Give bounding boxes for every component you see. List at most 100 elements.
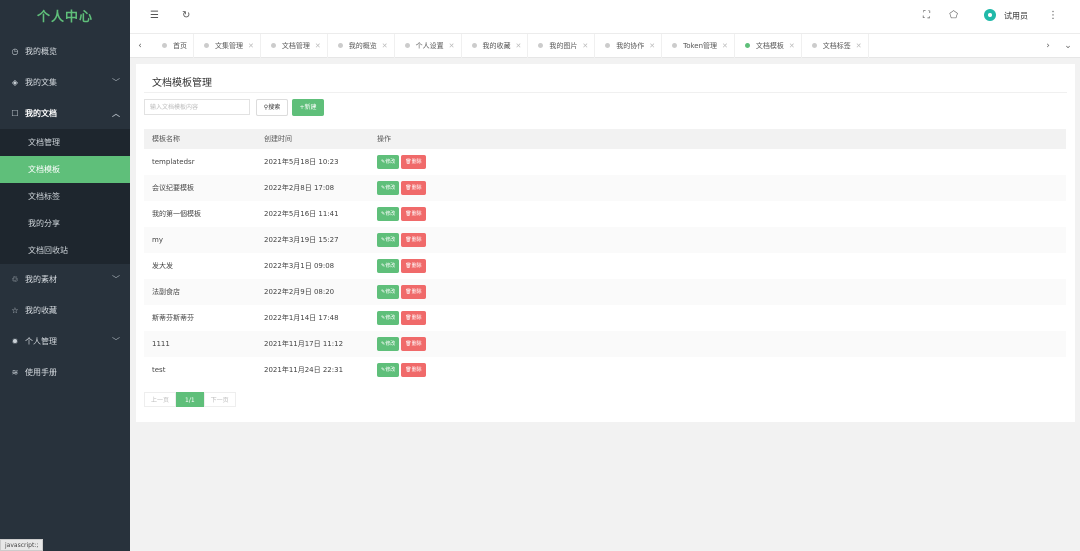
user-menu[interactable]: 试用员: [984, 9, 1028, 22]
sidebar-item-label: 我的概览: [25, 47, 57, 56]
edit-label: 修改: [385, 315, 396, 321]
submenu-item-my-shares[interactable]: 我的分享: [0, 210, 130, 237]
tabs-dropdown-icon[interactable]: ⌄: [1058, 34, 1078, 58]
created-time-cell: 2022年2月8日 17:08: [264, 184, 335, 192]
delete-label: 删除: [411, 237, 422, 243]
delete-button[interactable]: 🗑删除: [401, 285, 426, 299]
close-icon[interactable]: ✕: [449, 42, 455, 50]
close-icon[interactable]: ✕: [516, 42, 522, 50]
edit-button[interactable]: ✎修改: [377, 311, 400, 325]
search-button[interactable]: ⚲搜索: [256, 99, 288, 116]
edit-button[interactable]: ✎修改: [377, 233, 400, 247]
sidebar-item-favorites[interactable]: ☆ 我的收藏: [0, 295, 130, 326]
tab-item[interactable]: 文档管理 ✕: [261, 34, 328, 58]
chevron-down-icon: ﹀: [112, 78, 120, 87]
divider: [144, 92, 1067, 93]
tab-item[interactable]: 文档标签 ✕: [802, 34, 869, 58]
edit-button[interactable]: ✎修改: [377, 285, 400, 299]
tab-item[interactable]: 我的协作 ✕: [595, 34, 663, 58]
user-name: 试用员: [1004, 11, 1028, 21]
tab-dot-icon: [204, 42, 209, 48]
close-icon[interactable]: ✕: [789, 42, 795, 50]
theme-icon[interactable]: ⬠: [949, 10, 958, 21]
tab-item[interactable]: 首页: [152, 34, 194, 58]
actions-cell: ✎修改 🗑删除: [369, 201, 1066, 227]
delete-button[interactable]: 🗑删除: [401, 181, 426, 195]
tab-item[interactable]: 我的收藏 ✕: [462, 34, 529, 58]
column-header-name: 模板名称: [152, 135, 180, 143]
actions-cell: ✎修改 🗑删除: [369, 175, 1066, 201]
sidebar-item-materials[interactable]: ♲ 我的素材 ﹀: [0, 264, 130, 295]
refresh-icon[interactable]: ↻: [182, 10, 190, 21]
tab-item[interactable]: 我的图片 ✕: [528, 34, 596, 58]
template-name-cell: 法副食店: [152, 288, 180, 296]
more-icon[interactable]: ⋮: [1048, 10, 1058, 21]
template-name-cell: templatedsr: [152, 158, 195, 166]
tab-dot-icon: [538, 42, 544, 48]
close-icon[interactable]: ✕: [582, 42, 588, 50]
sidebar-item-personal[interactable]: ✹ 个人管理 ﹀: [0, 326, 130, 357]
tab-item[interactable]: 文集管理 ✕: [194, 34, 261, 58]
template-table: 模板名称 创建时间 操作 templatedsr 2021年5月18日 10:23…: [144, 129, 1066, 383]
created-time-cell: 2022年3月19日 15:27: [264, 236, 339, 244]
edit-button[interactable]: ✎修改: [377, 337, 400, 351]
delete-button[interactable]: 🗑删除: [401, 311, 426, 325]
sidebar-item-documents[interactable]: ☐ 我的文档 ︿: [0, 98, 130, 129]
sidebar-item-collections[interactable]: ◈ 我的文集 ﹀: [0, 67, 130, 98]
tab-item[interactable]: 文档模板 ✕: [735, 34, 802, 58]
next-page-button[interactable]: 下一页: [203, 392, 236, 407]
tab-label: Token管理: [683, 42, 718, 50]
current-page-indicator[interactable]: 1/1: [176, 392, 204, 407]
tab-label: 文档模板: [755, 42, 784, 50]
new-template-button[interactable]: +新建: [292, 99, 324, 116]
delete-button[interactable]: 🗑删除: [401, 207, 426, 221]
edit-label: 修改: [385, 237, 396, 243]
sidebar-item-overview[interactable]: ◷ 我的概览: [0, 36, 130, 67]
template-name-cell: 斯蒂芬斯蒂芬: [152, 314, 194, 322]
menu-toggle-icon[interactable]: ☰: [150, 10, 159, 21]
edit-button[interactable]: ✎修改: [377, 207, 400, 221]
close-icon[interactable]: ✕: [315, 42, 321, 50]
tabs-scroll-left-icon[interactable]: ‹: [130, 34, 150, 58]
submenu-item-doc-manage[interactable]: 文档管理: [0, 129, 130, 156]
edit-button[interactable]: ✎修改: [377, 155, 400, 169]
tab-item[interactable]: Token管理 ✕: [662, 34, 735, 58]
delete-button[interactable]: 🗑删除: [401, 259, 426, 273]
close-icon[interactable]: ✕: [382, 42, 388, 50]
tab-item[interactable]: 个人设置 ✕: [395, 34, 462, 58]
tab-dot-icon: [471, 42, 477, 48]
edit-button[interactable]: ✎修改: [377, 181, 400, 195]
delete-button[interactable]: 🗑删除: [401, 337, 426, 351]
sidebar-item-manual[interactable]: ≋ 使用手册: [0, 357, 130, 388]
prev-page-button[interactable]: 上一页: [144, 392, 177, 407]
delete-label: 删除: [411, 159, 422, 165]
table-row: 会议纪要模板 2022年2月8日 17:08 ✎修改 🗑删除: [144, 175, 1066, 201]
browser-status-bar: javascript:;: [0, 539, 44, 551]
close-icon[interactable]: ✕: [248, 42, 254, 50]
delete-button[interactable]: 🗑删除: [401, 363, 426, 377]
manual-icon: ≋: [11, 368, 19, 377]
page-title: 文档模板管理: [152, 78, 212, 89]
edit-button[interactable]: ✎修改: [377, 363, 400, 377]
edit-button[interactable]: ✎修改: [377, 259, 400, 273]
sidebar-item-label: 我的素材: [25, 275, 57, 284]
fullscreen-icon[interactable]: ⛶: [923, 10, 930, 21]
tab-item[interactable]: 我的概览 ✕: [328, 34, 395, 58]
table-row: my 2022年3月19日 15:27 ✎修改 🗑删除: [144, 227, 1066, 253]
edit-label: 修改: [385, 341, 396, 347]
tabs-scroll-right-icon[interactable]: ›: [1038, 34, 1058, 58]
close-icon[interactable]: ✕: [722, 42, 728, 50]
close-icon[interactable]: ✕: [649, 42, 655, 50]
submenu-item-recycle-bin[interactable]: 文档回收站: [0, 237, 130, 264]
delete-button[interactable]: 🗑删除: [401, 233, 426, 247]
tab-dot-icon: [744, 42, 750, 48]
table-row: 1111 2021年11月17日 11:12 ✎修改 🗑删除: [144, 331, 1066, 357]
delete-button[interactable]: 🗑删除: [401, 155, 426, 169]
tab-dot-icon: [672, 42, 678, 48]
delete-label: 删除: [411, 341, 422, 347]
edit-label: 修改: [385, 159, 396, 165]
close-icon[interactable]: ✕: [856, 42, 862, 50]
search-input[interactable]: [144, 99, 250, 115]
submenu-item-doc-tags[interactable]: 文档标签: [0, 183, 130, 210]
submenu-item-doc-template[interactable]: 文档模板: [0, 156, 130, 183]
